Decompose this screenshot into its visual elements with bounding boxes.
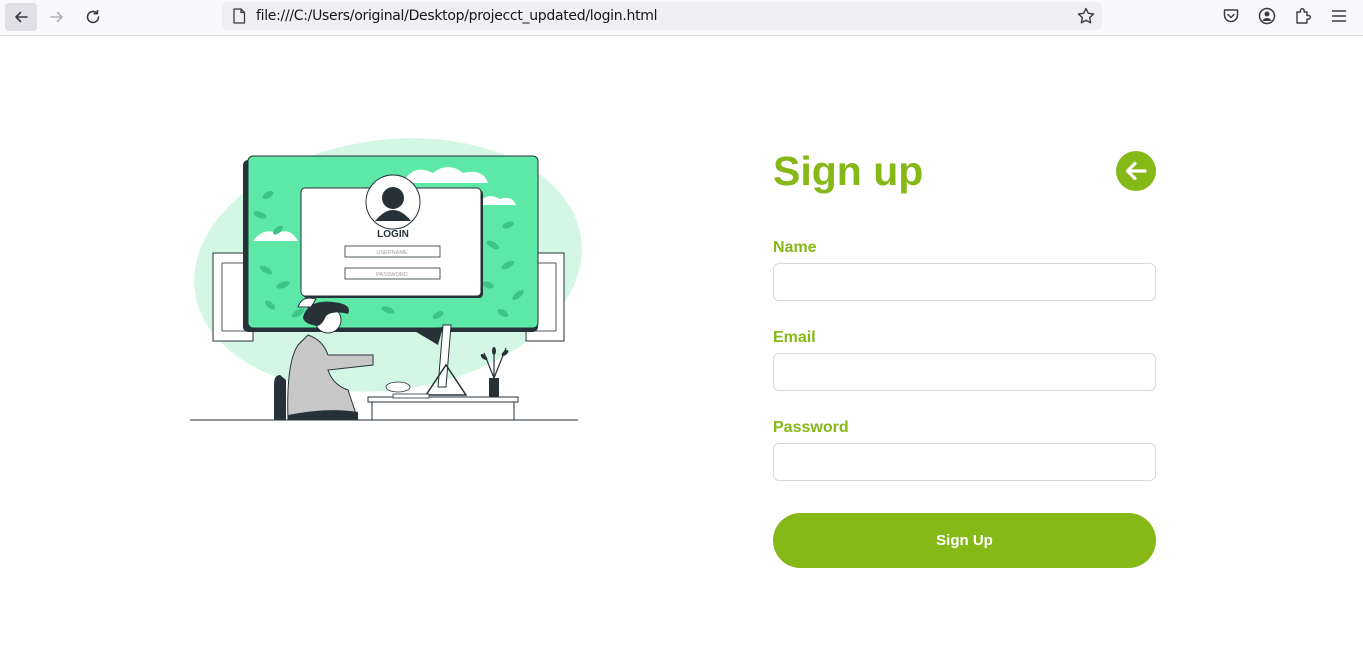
url-text[interactable]: file:///C:/Users/original/Desktop/projec… [256,8,657,24]
email-field[interactable] [773,353,1156,391]
account-icon[interactable] [1257,6,1277,26]
email-label: Email [773,329,816,346]
reload-button[interactable] [77,3,109,31]
bookmark-star-icon[interactable] [1076,6,1096,26]
login-illustration-graphic: LOGIN USERNAME PASSWORD [190,138,582,421]
back-arrow-button[interactable] [1116,151,1156,191]
forward-arrow-icon [50,11,63,23]
page-icon [233,8,246,24]
illustration-login-title: LOGIN [377,229,409,240]
reload-icon [86,9,100,24]
illustration-password-placeholder: PASSWORD [376,272,408,278]
menu-icon[interactable] [1329,6,1349,26]
browser-toolbar: file:///C:/Users/original/Desktop/projec… [0,0,1363,36]
arrow-left-icon [1125,161,1147,181]
login-illustration: LOGIN USERNAME PASSWORD [188,135,583,425]
illustration-username-placeholder: USERNAME [376,250,408,256]
page-title: Sign up [773,148,924,194]
password-label: Password [773,419,849,436]
forward-button[interactable] [41,3,73,31]
name-label: Name [773,239,817,256]
extensions-icon[interactable] [1293,6,1313,26]
back-button[interactable] [5,3,37,31]
sign-up-button[interactable]: Sign Up [773,513,1156,568]
url-bar[interactable]: file:///C:/Users/original/Desktop/projec… [222,2,1102,30]
back-arrow-icon [15,11,28,23]
name-field[interactable] [773,263,1156,301]
password-field[interactable] [773,443,1156,481]
pocket-icon[interactable] [1221,6,1241,26]
